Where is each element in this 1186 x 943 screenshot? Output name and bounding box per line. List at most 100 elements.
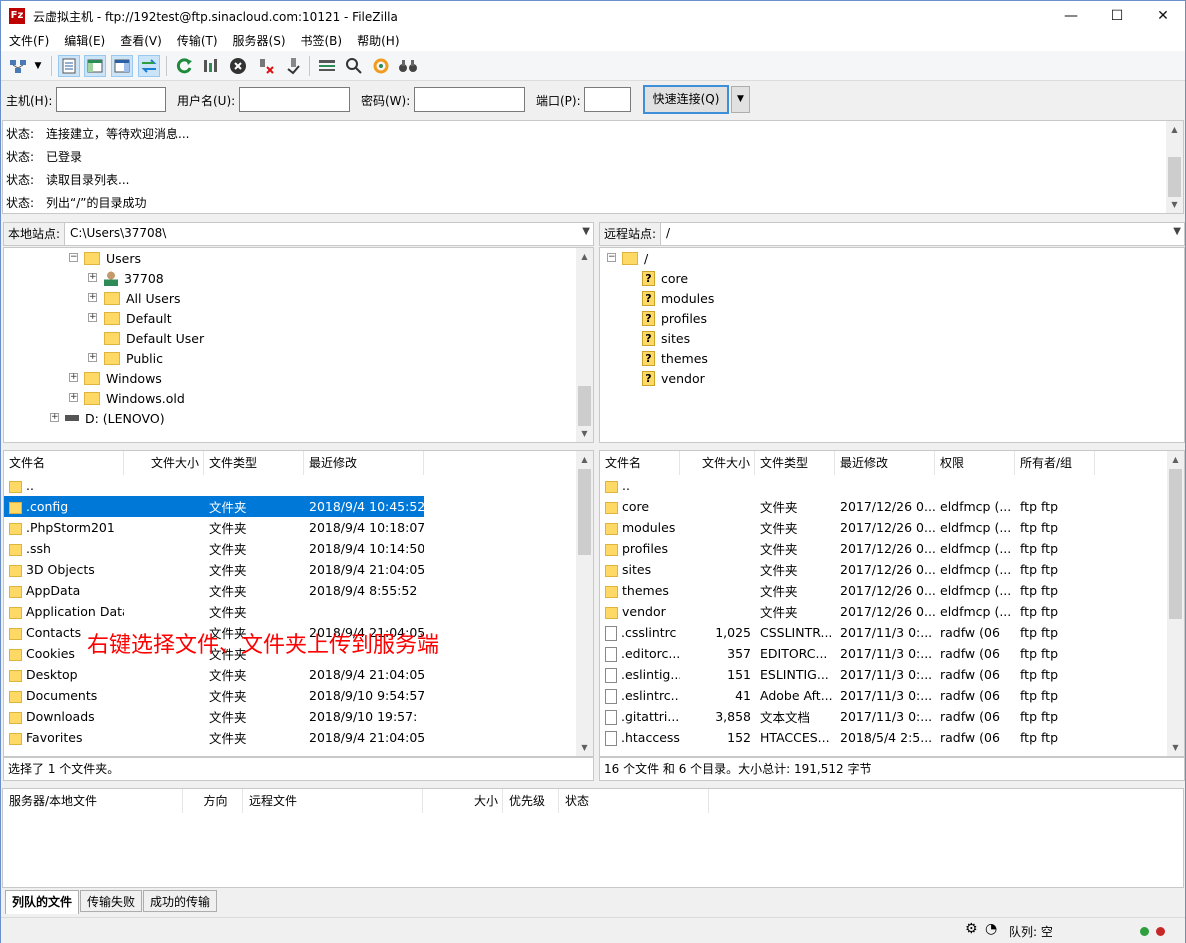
table-row[interactable]: .PhpStorm201 文件夹 2018/9/4 10:18:07 <box>4 517 424 538</box>
scroll-down-icon[interactable]: ▼ <box>576 425 593 442</box>
tree-item[interactable]: Default <box>104 308 172 328</box>
tree-item[interactable]: ? sites <box>642 328 690 348</box>
table-row[interactable]: .. <box>4 475 424 496</box>
tree-item[interactable]: Windows <box>84 368 162 388</box>
column-filename[interactable]: 文件名 <box>600 451 680 475</box>
table-row[interactable]: .. <box>600 475 1100 496</box>
scroll-up-icon[interactable]: ▲ <box>576 451 593 468</box>
column-modified[interactable]: 最近修改 <box>835 451 935 475</box>
column-filename[interactable]: 文件名 <box>4 451 124 475</box>
toggle-comparison-icon[interactable] <box>343 55 365 77</box>
table-row[interactable]: .eslintig... 151 ESLINTIG... 2017/11/3 0:..… <box>600 664 1100 685</box>
column-filesize[interactable]: 文件大小 <box>680 451 755 475</box>
local-path-input[interactable]: C:\Users\37708\ <box>70 226 166 240</box>
table-row[interactable]: Desktop 文件夹 2018/9/4 21:04:05 <box>4 664 424 685</box>
expand-icon[interactable]: + <box>69 373 78 382</box>
expand-icon[interactable]: + <box>88 273 97 282</box>
table-row[interactable]: AppData 文件夹 2018/9/4 8:55:52 <box>4 580 424 601</box>
tree-item[interactable]: ? vendor <box>642 368 705 388</box>
column-filetype[interactable]: 文件类型 <box>204 451 304 475</box>
minimize-button[interactable]: — <box>1048 1 1094 31</box>
quickconnect-history-dropdown[interactable]: ▼ <box>731 86 750 113</box>
directory-listing-filters-icon[interactable] <box>316 55 338 77</box>
expand-icon[interactable]: + <box>88 313 97 322</box>
table-row[interactable]: Documents 文件夹 2018/9/10 9:54:57 <box>4 685 424 706</box>
toggle-queue-icon[interactable] <box>138 55 160 77</box>
menu-view[interactable]: 查看(V) <box>112 31 169 51</box>
table-row[interactable]: modules 文件夹 2017/12/26 0... eldfmcp (... ftp… <box>600 517 1100 538</box>
menu-file[interactable]: 文件(F) <box>1 31 56 51</box>
table-row[interactable]: .htaccess 152 HTACCES... 2018/5/4 2:5... rad… <box>600 727 1100 748</box>
log-scrollbar[interactable]: ▲ ▼ <box>1166 121 1183 213</box>
column-filetype[interactable]: 文件类型 <box>755 451 835 475</box>
scroll-up-icon[interactable]: ▲ <box>576 248 593 265</box>
tree-item[interactable]: Windows.old <box>84 388 185 408</box>
dropdown-arrow-icon[interactable]: ▼ <box>31 55 45 77</box>
speed-limit-icon[interactable]: ◔ <box>985 921 997 937</box>
scroll-down-icon[interactable]: ▼ <box>1166 196 1183 213</box>
scroll-thumb[interactable] <box>578 469 591 555</box>
username-input[interactable] <box>239 87 350 112</box>
table-row[interactable]: vendor 文件夹 2017/12/26 0... eldfmcp (... ftp … <box>600 601 1100 622</box>
close-button[interactable]: ✕ <box>1140 1 1186 31</box>
scroll-thumb[interactable] <box>578 386 591 426</box>
table-row[interactable]: .eslintrc.... 41 Adobe Aft... 2017/11/3 0:.… <box>600 685 1100 706</box>
reconnect-icon[interactable] <box>282 55 304 77</box>
local-list-scrollbar[interactable]: ▲ ▼ <box>576 451 593 756</box>
host-input[interactable] <box>56 87 166 112</box>
column-priority[interactable]: 优先级 <box>503 789 559 813</box>
scroll-down-icon[interactable]: ▼ <box>576 739 593 756</box>
toggle-log-icon[interactable] <box>58 55 80 77</box>
collapse-icon[interactable]: − <box>69 253 78 262</box>
site-manager-icon[interactable] <box>7 55 29 77</box>
column-owner[interactable]: 所有者/组 <box>1015 451 1095 475</box>
scroll-up-icon[interactable]: ▲ <box>1166 121 1183 138</box>
scroll-thumb[interactable] <box>1168 157 1181 197</box>
scroll-thumb[interactable] <box>1169 469 1182 619</box>
remote-list-scrollbar[interactable]: ▲ ▼ <box>1167 451 1184 756</box>
menu-edit[interactable]: 编辑(E) <box>56 31 112 51</box>
gear-icon[interactable]: ⚙ <box>965 921 978 937</box>
menu-help[interactable]: 帮助(H) <box>349 31 406 51</box>
tree-item[interactable]: Public <box>104 348 163 368</box>
tab-failed-transfers[interactable]: 传输失败 <box>80 890 143 912</box>
tab-queued-files[interactable]: 列队的文件 <box>5 890 80 914</box>
expand-icon[interactable]: + <box>69 393 78 402</box>
chevron-down-icon[interactable]: ▼ <box>582 226 590 237</box>
tree-item[interactable]: / <box>622 248 648 268</box>
process-queue-icon[interactable] <box>200 55 222 77</box>
maximize-button[interactable]: ☐ <box>1094 1 1140 31</box>
column-size[interactable]: 大小 <box>423 789 503 813</box>
expand-icon[interactable]: + <box>88 353 97 362</box>
disconnect-icon[interactable] <box>255 55 277 77</box>
column-status[interactable]: 状态 <box>559 789 709 813</box>
remote-path-input[interactable]: / <box>666 226 670 240</box>
column-filesize[interactable]: 文件大小 <box>124 451 204 475</box>
password-input[interactable] <box>414 87 525 112</box>
tree-item[interactable]: ? core <box>642 268 688 288</box>
table-row[interactable]: Application Data 文件夹 <box>4 601 424 622</box>
tree-item[interactable]: All Users <box>104 288 180 308</box>
table-row[interactable]: Favorites 文件夹 2018/9/4 21:04:05 <box>4 727 424 748</box>
tree-item[interactable]: ? modules <box>642 288 714 308</box>
table-row[interactable]: .gitattri... 3,858 文本文档 2017/11/3 0:... radf… <box>600 706 1100 727</box>
tree-item[interactable]: ? profiles <box>642 308 707 328</box>
column-direction[interactable]: 方向 <box>183 789 243 813</box>
table-row[interactable]: profiles 文件夹 2017/12/26 0... eldfmcp (... ft… <box>600 538 1100 559</box>
toggle-remote-tree-icon[interactable] <box>111 55 133 77</box>
expand-icon[interactable]: + <box>50 413 59 422</box>
toggle-local-tree-icon[interactable] <box>84 55 106 77</box>
tree-item[interactable]: Default User <box>104 328 204 348</box>
column-remote-file[interactable]: 远程文件 <box>243 789 423 813</box>
scroll-down-icon[interactable]: ▼ <box>1167 739 1184 756</box>
table-row[interactable]: core 文件夹 2017/12/26 0... eldfmcp (... ftp ft… <box>600 496 1100 517</box>
table-row[interactable]: themes 文件夹 2017/12/26 0... eldfmcp (... ftp … <box>600 580 1100 601</box>
tree-item[interactable]: Users <box>84 248 141 268</box>
table-row[interactable]: sites 文件夹 2017/12/26 0... eldfmcp (... ftp f… <box>600 559 1100 580</box>
scroll-up-icon[interactable]: ▲ <box>1167 451 1184 468</box>
search-icon[interactable] <box>397 55 419 77</box>
quickconnect-button[interactable]: 快速连接(Q) <box>643 85 729 114</box>
table-row[interactable]: .ssh 文件夹 2018/9/4 10:14:50 <box>4 538 424 559</box>
local-tree-scrollbar[interactable]: ▲ ▼ <box>576 248 593 442</box>
expand-icon[interactable]: + <box>88 293 97 302</box>
